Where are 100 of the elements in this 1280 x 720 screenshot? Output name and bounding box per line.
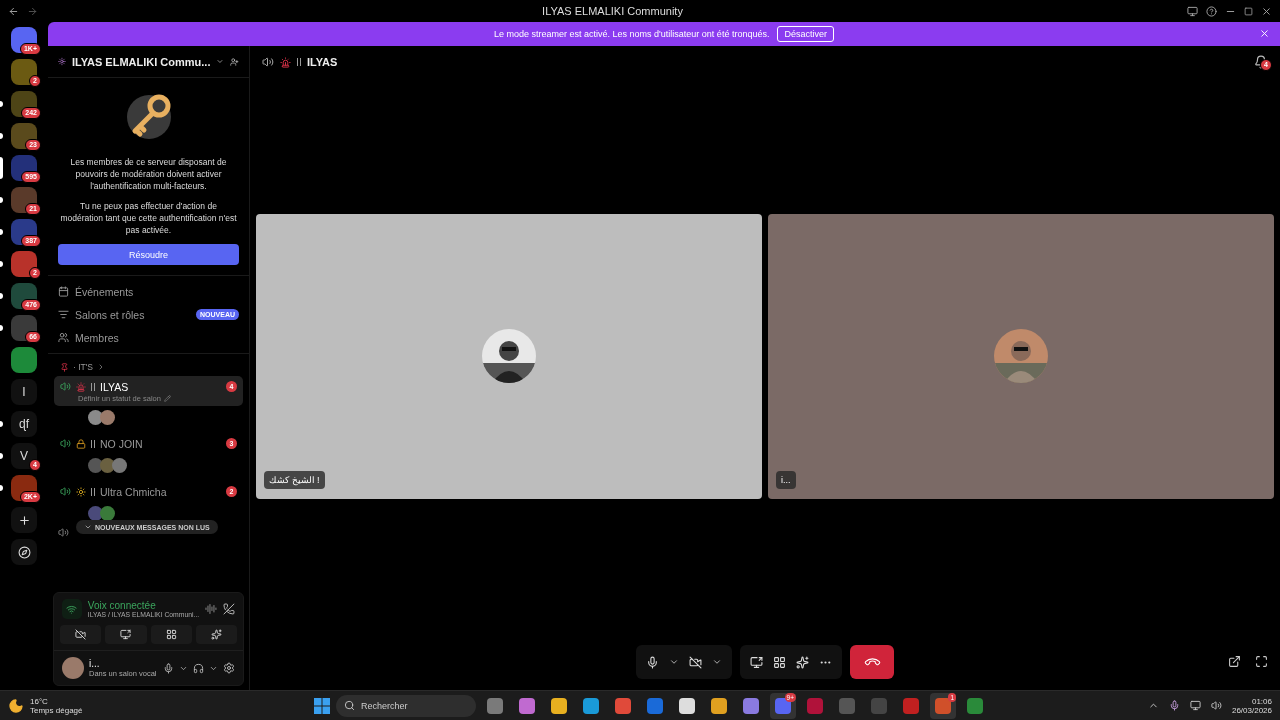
participant-avatar[interactable] [88, 458, 103, 473]
search-icon [344, 700, 355, 711]
nav-link[interactable]: Événements [75, 285, 239, 298]
video-tile[interactable]: الشيخ كشك ! [256, 213, 762, 499]
server-indicator [0, 101, 3, 107]
screen-share-icon [120, 629, 132, 640]
participant-avatar[interactable] [100, 410, 115, 425]
server-name[interactable]: ILYAS ELMALIKI Commu... [71, 55, 211, 68]
invite-icon[interactable] [230, 55, 239, 68]
bars-icon [91, 439, 95, 448]
grid-icon [773, 655, 786, 669]
server-icon[interactable] [11, 315, 37, 341]
back-icon[interactable] [8, 5, 19, 17]
soundboard-button[interactable] [195, 625, 237, 644]
participant-label: i... [776, 470, 796, 489]
server-icon[interactable] [11, 251, 37, 277]
siren-icon [76, 381, 86, 392]
windows-logo-icon[interactable] [314, 697, 330, 714]
grid-icon [165, 629, 177, 640]
server-icon[interactable] [11, 187, 37, 213]
bars-icon [91, 382, 95, 391]
activities-button[interactable] [773, 655, 786, 669]
activities-button[interactable] [150, 625, 192, 644]
nav-link[interactable]: Salons et rôles [75, 308, 190, 321]
channel-name: NO JOIN [100, 437, 144, 450]
participant-label: الشيخ كشك ! [264, 470, 325, 489]
help-icon[interactable] [1206, 5, 1217, 17]
mic-icon[interactable] [1168, 700, 1180, 711]
fullscreen-icon[interactable] [1255, 655, 1268, 668]
sparkles-icon [210, 629, 222, 640]
signal-icon [62, 599, 82, 619]
notice-text: Les membres de ce serveur disposant de pouvoirs de modération doivent activer l'authentification multi-facteurs. [69, 156, 228, 192]
speaker-icon [60, 486, 71, 497]
category-label[interactable]: · IT'S [73, 362, 94, 372]
soundboard-button[interactable] [796, 655, 809, 669]
clock-time[interactable]: 01:06 [1251, 696, 1272, 706]
server-icon[interactable] [11, 59, 37, 85]
network-icon[interactable] [1189, 700, 1201, 711]
disconnect-icon[interactable] [223, 603, 235, 615]
weather-text: Temps dégagé [30, 705, 83, 715]
monitor-icon[interactable] [1187, 5, 1198, 17]
screen-share-button[interactable] [105, 625, 147, 644]
server-indicator [0, 229, 3, 235]
user-name: i... [89, 658, 100, 669]
volume-icon[interactable] [1210, 700, 1222, 711]
pencil-icon[interactable] [163, 395, 171, 402]
video-tile[interactable]: i... [768, 213, 1274, 499]
notice-text: Tu ne peux pas effectuer d'action de modération tant que cette authentification n'est pas activée. [59, 200, 238, 236]
server-icon[interactable] [11, 123, 37, 149]
maximize-icon[interactable] [1244, 6, 1253, 16]
close-icon[interactable] [1259, 28, 1270, 39]
channel-title: ILYAS [307, 56, 339, 68]
participant-avatar[interactable] [100, 458, 115, 473]
calendar-icon [58, 286, 69, 297]
server-logo-icon [58, 56, 66, 67]
close-icon[interactable] [1261, 5, 1272, 17]
hang-up-button[interactable] [850, 645, 894, 679]
camera-button[interactable] [60, 625, 102, 644]
mic-button[interactable] [646, 655, 659, 669]
screen-share-button[interactable] [750, 655, 763, 669]
server-indicator [0, 197, 3, 203]
channel-name: ILYAS [100, 380, 130, 393]
server-indicator [0, 293, 3, 299]
mic-icon [646, 655, 659, 669]
chevron-icon[interactable] [669, 657, 679, 667]
sun-icon [76, 486, 86, 497]
nav-link[interactable]: Membres [75, 331, 239, 344]
search-field[interactable]: Rechercher [336, 694, 476, 717]
members-icon [58, 332, 69, 343]
add-server-button[interactable] [11, 507, 37, 533]
server-indicator [0, 157, 3, 179]
list-icon [58, 309, 69, 320]
mic-icon[interactable] [163, 662, 174, 674]
temperature: 16°C [30, 696, 49, 706]
explore-button[interactable] [11, 539, 37, 565]
user-avatar[interactable] [62, 657, 84, 679]
server-indicator [0, 453, 3, 459]
pop-out-icon[interactable] [1228, 655, 1241, 668]
server-indicator [0, 133, 3, 139]
participant-avatar[interactable] [88, 410, 103, 425]
disable-button[interactable]: Désactiver [777, 26, 834, 42]
lock-icon [76, 438, 86, 449]
headphones-icon[interactable] [193, 662, 204, 674]
resolve-button[interactable]: Résoudre [58, 244, 239, 265]
clock-date[interactable]: 26/03/2026 [1231, 705, 1272, 715]
window-title: ILYAS ELMALIKI Community [541, 5, 684, 17]
speaker-icon [60, 381, 71, 392]
server-icon[interactable]: ɖf [11, 411, 37, 437]
chevron-icon[interactable] [712, 657, 722, 667]
noise-icon[interactable] [205, 603, 218, 615]
channel-name: Ultra Chmicha [100, 485, 168, 498]
speaker-icon [60, 438, 71, 449]
settings-icon[interactable] [223, 662, 235, 674]
camera-button[interactable] [689, 655, 702, 669]
participant-avatar[interactable] [112, 458, 127, 473]
camera-off-icon [75, 629, 87, 640]
bars-icon [91, 487, 95, 496]
sparkles-icon [796, 655, 809, 669]
server-icon[interactable]: I [11, 379, 37, 405]
server-indicator [0, 261, 3, 267]
